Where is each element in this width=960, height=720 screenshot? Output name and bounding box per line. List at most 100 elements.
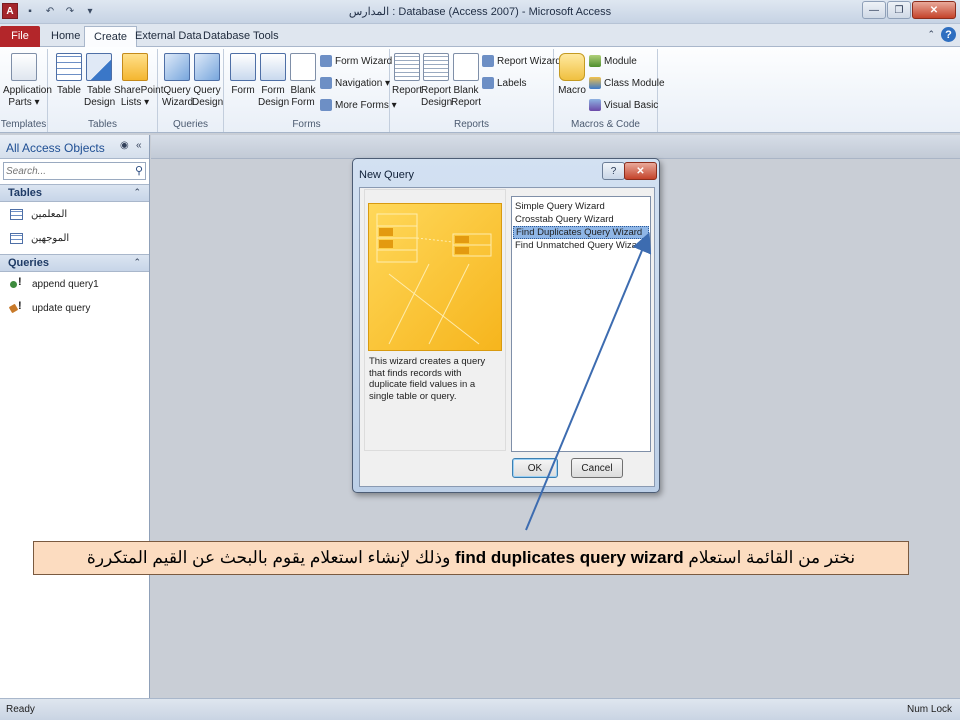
wizard-option-find-unmatched[interactable]: Find Unmatched Query Wizard bbox=[513, 239, 649, 252]
collapse-icon[interactable]: ⌃ bbox=[133, 187, 141, 198]
table-design-label-2: Design bbox=[84, 97, 116, 108]
report-wizard-icon bbox=[482, 55, 494, 67]
labels-label: Labels bbox=[497, 77, 527, 89]
window-title: المدارس : Database (Access 2007) - Micro… bbox=[348, 6, 612, 18]
form-design-label-1: Form bbox=[261, 85, 285, 96]
more-forms-icon bbox=[320, 99, 332, 111]
document-tab-strip bbox=[151, 135, 960, 159]
collapse-icon[interactable]: ⌃ bbox=[133, 257, 141, 268]
application-parts-button[interactable]: Application Parts ▾ bbox=[3, 53, 52, 109]
report-wizard-button[interactable]: Report Wizard bbox=[482, 55, 561, 67]
report-button[interactable]: Report bbox=[392, 53, 422, 97]
navigation-button[interactable]: Navigation ▾ bbox=[320, 77, 390, 89]
blank-form-label-2: Form bbox=[291, 97, 315, 108]
cancel-button[interactable]: Cancel bbox=[571, 458, 623, 478]
tab-database-tools[interactable]: Database Tools bbox=[194, 26, 288, 47]
macro-label: Macro bbox=[558, 85, 586, 96]
ok-button[interactable]: OK bbox=[512, 458, 558, 478]
form-wizard-label: Form Wizard bbox=[335, 55, 393, 67]
status-text: Ready bbox=[6, 704, 35, 715]
form-wizard-button[interactable]: Form Wizard bbox=[320, 55, 392, 67]
shutter-bar-icon[interactable]: « bbox=[136, 140, 142, 151]
dialog-help-button[interactable]: ? bbox=[602, 162, 625, 180]
application-parts-icon bbox=[11, 53, 37, 81]
tab-home[interactable]: Home bbox=[42, 26, 89, 47]
nav-item-table[interactable]: المعلمين bbox=[0, 202, 149, 226]
form-wizard-icon bbox=[320, 55, 332, 67]
nav-item-label: update query bbox=[32, 302, 91, 314]
tab-file[interactable]: File bbox=[0, 26, 40, 47]
visual-basic-label: Visual Basic bbox=[604, 99, 659, 111]
wizard-option-find-duplicates[interactable]: Find Duplicates Query Wizard bbox=[513, 226, 649, 239]
labels-button[interactable]: Labels bbox=[482, 77, 526, 89]
minimize-button[interactable]: — bbox=[862, 1, 886, 19]
sharepoint-lists-button[interactable]: SharePoint Lists ▾ bbox=[114, 53, 163, 109]
nav-group-queries[interactable]: Queries ⌃ bbox=[0, 254, 149, 272]
nav-item-query[interactable]: update query bbox=[0, 296, 149, 320]
blank-form-label-1: Blank bbox=[290, 85, 316, 96]
callout-text-end: وذلك لإنشاء استعلام يقوم بالبحث عن القيم… bbox=[86, 548, 456, 567]
nav-group-tables[interactable]: Tables ⌃ bbox=[0, 184, 149, 202]
macro-button[interactable]: Macro bbox=[557, 53, 587, 97]
close-button[interactable]: ✕ bbox=[912, 1, 956, 19]
nav-item-label: append query1 bbox=[32, 278, 99, 290]
table-icon bbox=[10, 232, 23, 244]
new-query-dialog: New Query ? ✕ This wizard creates a quer… bbox=[352, 158, 660, 493]
nav-pane-title: All Access Objects bbox=[6, 141, 105, 155]
group-templates: Application Parts ▾ Templates bbox=[0, 49, 52, 132]
nav-group-queries-label: Queries bbox=[8, 257, 49, 269]
query-wizard-label-1: Query bbox=[163, 85, 191, 96]
report-design-label-1: Report bbox=[421, 85, 452, 96]
module-button[interactable]: Module bbox=[589, 55, 637, 67]
form-design-button[interactable]: Form Design bbox=[258, 53, 290, 109]
wizard-option-crosstab[interactable]: Crosstab Query Wizard bbox=[513, 213, 649, 226]
ribbon-tabs: File Home Create External Data Database … bbox=[0, 24, 960, 48]
nav-group-tables-label: Tables bbox=[8, 187, 43, 199]
form-button[interactable]: Form bbox=[228, 53, 258, 97]
nav-search-box: ⚲ bbox=[3, 162, 146, 180]
more-forms-button[interactable]: More Forms ▾ bbox=[320, 99, 397, 111]
blank-form-button[interactable]: Blank Form bbox=[288, 53, 318, 109]
form-design-label-2: Design bbox=[258, 97, 290, 108]
ribbon: Application Parts ▾ Templates Table Tabl… bbox=[0, 47, 960, 133]
form-label: Form bbox=[231, 85, 255, 96]
update-query-icon bbox=[10, 300, 24, 314]
restore-button[interactable]: ❐ bbox=[887, 1, 911, 19]
more-forms-label: More Forms ▾ bbox=[335, 99, 397, 111]
blank-report-button[interactable]: Blank Report bbox=[450, 53, 482, 109]
table-label: Table bbox=[57, 85, 81, 96]
application-parts-label-2: Parts ▾ bbox=[8, 97, 40, 108]
search-icon[interactable]: ⚲ bbox=[135, 164, 143, 177]
table-icon bbox=[56, 53, 82, 81]
class-module-button[interactable]: Class Module bbox=[589, 77, 665, 89]
table-design-button[interactable]: Table Design bbox=[84, 53, 116, 109]
group-forms: Form Form Design Blank Form Form Wizard … bbox=[224, 49, 397, 132]
group-label-templates: Templates bbox=[0, 119, 47, 130]
blank-report-label-1: Blank bbox=[453, 85, 479, 96]
wizard-listbox[interactable]: Simple Query Wizard Crosstab Query Wizar… bbox=[511, 196, 651, 452]
query-wizard-button[interactable]: Query Wizard bbox=[162, 53, 193, 109]
wizard-option-simple[interactable]: Simple Query Wizard bbox=[513, 200, 649, 213]
nav-search-input[interactable] bbox=[4, 163, 122, 179]
nav-pane-header[interactable]: All Access Objects ◉ « bbox=[0, 135, 149, 159]
table-button[interactable]: Table bbox=[54, 53, 84, 97]
class-module-icon bbox=[589, 77, 601, 89]
nav-item-query[interactable]: append query1 bbox=[0, 272, 149, 296]
visual-basic-button[interactable]: Visual Basic bbox=[589, 99, 658, 111]
group-label-queries: Queries bbox=[172, 119, 208, 130]
macro-icon bbox=[559, 53, 585, 81]
nav-dropdown-icon[interactable]: ◉ bbox=[120, 140, 129, 151]
minimize-ribbon-icon[interactable]: ⌃ bbox=[927, 29, 935, 40]
help-icon[interactable]: ? bbox=[941, 27, 956, 42]
group-reports: Report Report Design Blank Report Report… bbox=[390, 49, 561, 132]
navigation-icon bbox=[320, 77, 332, 89]
report-design-button[interactable]: Report Design bbox=[421, 53, 452, 109]
query-design-button[interactable]: Query Design bbox=[192, 53, 223, 109]
dialog-close-button[interactable]: ✕ bbox=[624, 162, 657, 180]
nav-item-table[interactable]: الموجهين bbox=[0, 226, 149, 250]
dialog-title: New Query bbox=[359, 169, 415, 181]
report-design-icon bbox=[423, 53, 449, 81]
dialog-body: This wizard creates a query that finds r… bbox=[359, 187, 655, 487]
blank-form-icon bbox=[290, 53, 316, 81]
table-design-icon bbox=[86, 53, 112, 81]
